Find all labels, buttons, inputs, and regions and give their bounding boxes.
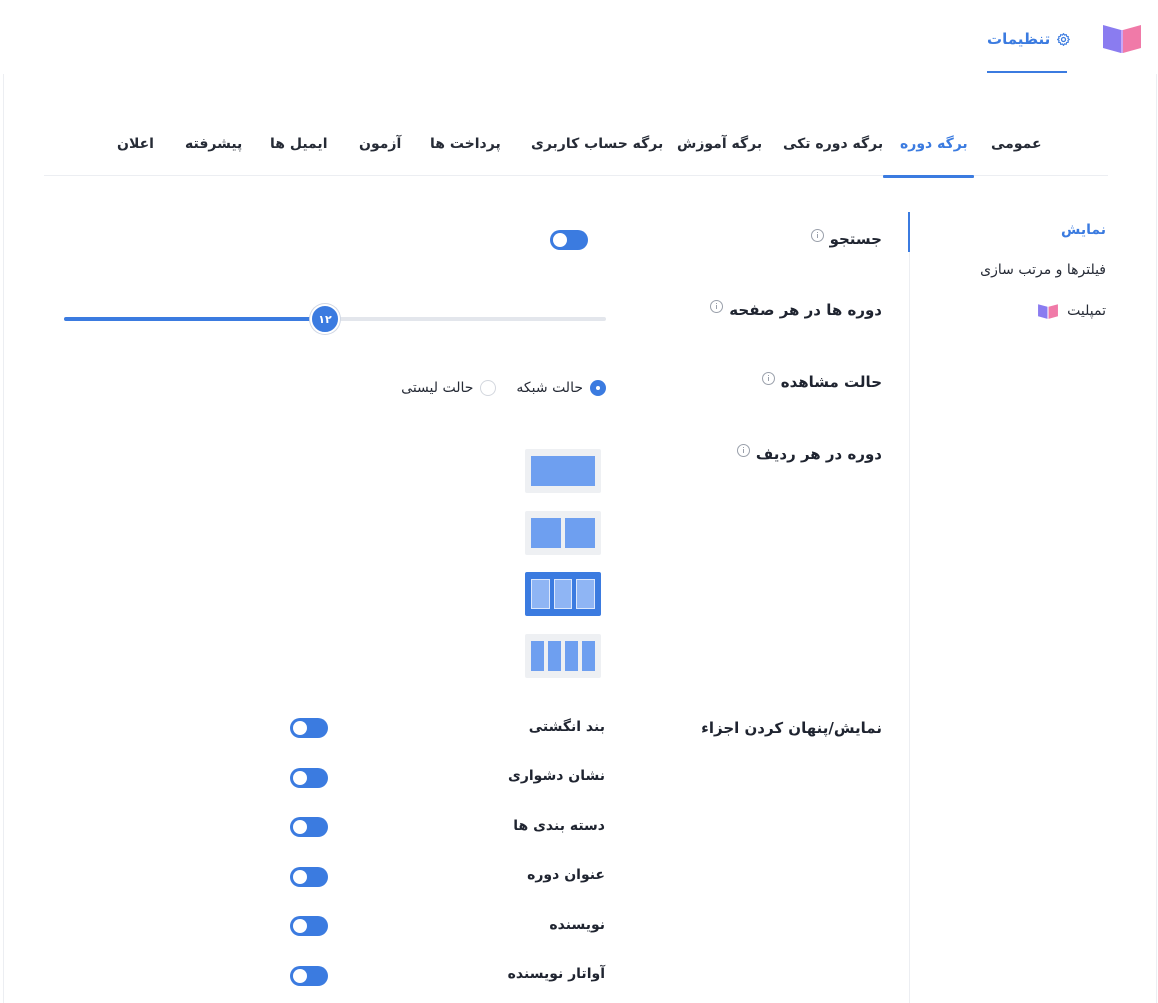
tab-advanced[interactable]: پیشرفته [185, 136, 242, 152]
toggle-author[interactable] [290, 916, 328, 936]
active-tab-underline [883, 175, 974, 178]
layout-option-4-columns[interactable] [525, 634, 601, 678]
sidebar-item-label: فیلترها و مرتب سازی [980, 262, 1106, 278]
layout-block [548, 641, 561, 671]
layout-block [576, 579, 596, 609]
tab-settings[interactable]: تنظیمات [987, 28, 1071, 50]
toggle-course-title[interactable] [290, 867, 328, 887]
view-mode-label-text: حالت مشاهده [780, 373, 882, 391]
sidebar-active-indicator [908, 212, 910, 252]
toggle-categories[interactable] [290, 817, 328, 837]
settings-tab-underline [987, 71, 1067, 73]
element-label-author-avatar: آواتار نویسنده [507, 966, 605, 982]
tab-single-course-page[interactable]: برگه دوره تکی [783, 136, 883, 152]
gear-icon [1057, 32, 1071, 46]
per-row-label-text: دوره در هر ردیف [755, 445, 882, 463]
settings-tab-label: تنظیمات [987, 30, 1051, 48]
layout-option-2-columns[interactable] [525, 511, 601, 555]
toggle-knob [293, 820, 307, 834]
tab-emails[interactable]: ایمیل ها [270, 136, 328, 152]
book-logo-icon [1103, 25, 1141, 53]
layout-option-1-column[interactable] [525, 449, 601, 493]
layout-block [531, 518, 561, 548]
toggle-author-avatar[interactable] [290, 966, 328, 986]
search-setting-label: جستجو [810, 228, 882, 248]
sidebar-item-label: تمپلیت [1067, 303, 1106, 319]
search-toggle[interactable] [550, 230, 588, 250]
toggle-thumbnail[interactable] [290, 718, 328, 738]
search-label-text: جستجو [829, 230, 882, 248]
radio-dot[interactable] [590, 380, 606, 396]
layout-block [565, 518, 595, 548]
slider-thumb[interactable]: ۱۲ [310, 304, 340, 334]
tab-notifications[interactable]: اعلان [117, 136, 154, 152]
layout-block [531, 641, 544, 671]
layout-option-3-columns[interactable] [525, 572, 601, 616]
radio-list-mode[interactable]: حالت لیستی [401, 380, 497, 396]
element-label-difficulty: نشان دشواری [507, 768, 605, 784]
sidebar-item-label: نمایش [1061, 222, 1106, 238]
tab-quiz[interactable]: آزمون [359, 136, 401, 152]
slider-fill [64, 317, 323, 321]
tab-course-page[interactable]: برگه دوره [900, 136, 968, 152]
element-label-categories: دسته بندی ها [513, 818, 605, 834]
radio-label: حالت شبکه [516, 380, 583, 396]
toggle-knob [293, 870, 307, 884]
layout-block [582, 641, 595, 671]
radio-label: حالت لیستی [401, 380, 474, 396]
per-row-setting-label: دوره در هر ردیف [736, 443, 882, 463]
toggle-knob [293, 919, 307, 933]
info-icon[interactable] [810, 228, 824, 242]
toggle-knob [553, 233, 567, 247]
info-icon[interactable] [736, 443, 750, 457]
sidebar-item-display[interactable]: نمایش [1061, 222, 1106, 238]
info-icon[interactable] [710, 299, 724, 313]
tab-lesson-page[interactable]: برگه آموزش [677, 136, 762, 152]
sidebar-divider [909, 212, 910, 1003]
tab-general[interactable]: عمومی [991, 136, 1042, 152]
radio-grid-mode[interactable]: حالت شبکه [516, 380, 606, 396]
book-icon [1038, 304, 1059, 319]
per-page-slider[interactable]: ۱۲ [64, 304, 606, 334]
top-bar: تنظیمات [0, 0, 1158, 74]
elements-label-text: نمایش/پنهان کردن اجزاء [701, 719, 882, 737]
toggle-knob [293, 721, 307, 735]
view-mode-setting-label: حالت مشاهده [761, 371, 882, 391]
toggle-difficulty[interactable] [290, 768, 328, 788]
layout-block [553, 579, 573, 609]
toggle-knob [293, 969, 307, 983]
tab-payments[interactable]: پرداخت ها [430, 136, 501, 152]
elements-setting-label: نمایش/پنهان کردن اجزاء [701, 719, 882, 737]
sidebar-item-template[interactable]: تمپلیت [1037, 302, 1106, 320]
info-icon[interactable] [761, 371, 775, 385]
layout-block [565, 641, 578, 671]
per-page-setting-label: دوره ها در هر صفحه [710, 299, 882, 319]
tab-account-page[interactable]: برگه حساب کاربری [531, 136, 663, 152]
element-label-thumbnail: بند انگشتی [528, 719, 605, 735]
radio-dot[interactable] [480, 380, 497, 396]
layout-block [531, 579, 550, 609]
layout-block [531, 456, 595, 486]
per-page-label-text: دوره ها در هر صفحه [729, 301, 882, 319]
view-mode-radio-group: حالت شبکه حالت لیستی [401, 380, 606, 396]
sidebar-item-filters-sorting[interactable]: فیلترها و مرتب سازی [980, 262, 1106, 278]
element-label-author: نویسنده [549, 917, 605, 933]
toggle-knob [293, 771, 307, 785]
element-label-course-title: عنوان دوره [527, 867, 605, 883]
